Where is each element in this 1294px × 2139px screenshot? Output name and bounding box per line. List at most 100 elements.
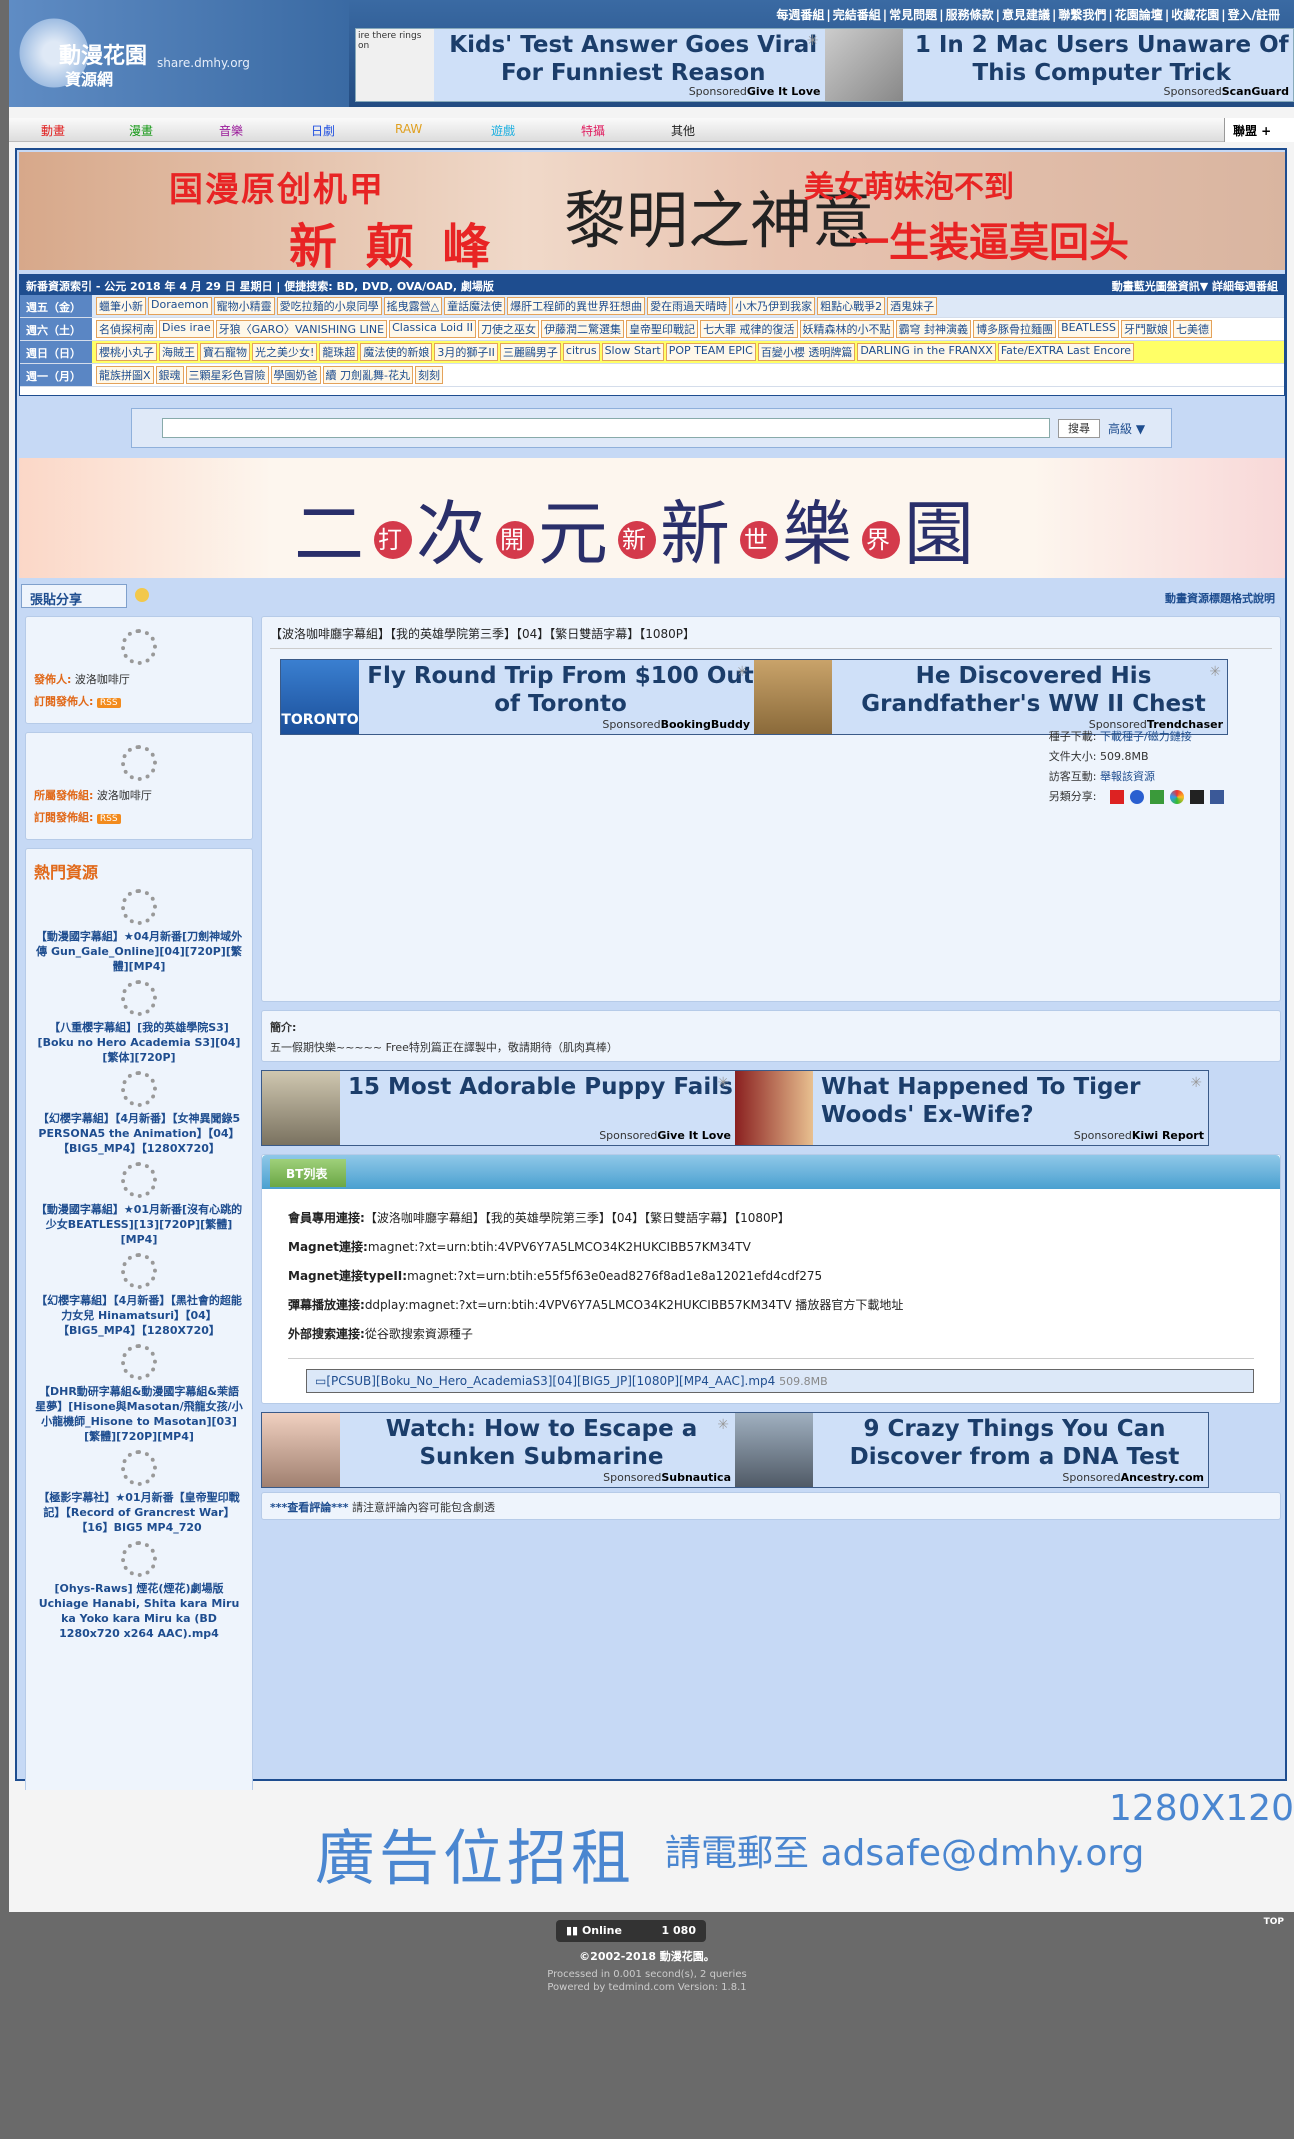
group-name[interactable]: 波洛咖啡厅 [97,789,152,802]
adchoices-icon[interactable]: ✳ [717,1417,729,1433]
anime-link[interactable]: Classica Loid II [389,320,477,338]
anime-link[interactable]: 妖精森林的小不點 [799,320,894,338]
view-comments-link[interactable]: ***查看評論*** [270,1501,349,1514]
toplink[interactable]: 收藏花園 [1171,8,1219,22]
share-icon[interactable] [1150,790,1164,804]
anime-link[interactable]: 學園奶爸 [270,366,321,384]
toplink[interactable]: 每週番組 [776,8,824,22]
anime-link[interactable]: 魔法使的新娘 [360,343,433,361]
anime-link[interactable]: 愛在雨過天晴時 [647,297,731,315]
hot-item[interactable]: 【八重櫻字幕組】[我的英雄學院S3][Boku no Hero Academia… [34,1020,244,1065]
toplink[interactable]: 服務條款 [946,8,994,22]
adchoices-icon[interactable]: ✳ [807,33,819,49]
seed-download-link[interactable]: 下載種子/磁力鏈接 [1100,730,1192,743]
ad-unit[interactable]: Watch: How to Escape a Sunken Submarine S… [262,1413,735,1487]
publisher-name[interactable]: 波洛咖啡厅 [75,673,130,686]
toplink[interactable]: 花園論壇 [1115,8,1163,22]
anime-link[interactable]: 蠟筆小新 [96,297,146,315]
union-menu-button[interactable]: 聯盟 + [1224,118,1294,142]
anime-link[interactable]: 小木乃伊到我家 [732,297,816,315]
ad-unit[interactable]: 15 Most Adorable Puppy Fails SponsoredGiv… [262,1071,735,1145]
facebook-icon[interactable] [1210,790,1224,804]
anime-link[interactable]: POP TEAM EPIC [665,343,756,361]
ad-unit[interactable]: 1 In 2 Mac Users Unaware Of This Compute… [824,29,1294,101]
toplink[interactable]: 完結番組 [833,8,881,22]
search-button[interactable]: 搜尋 [1058,419,1100,438]
share-icon[interactable] [1190,790,1204,804]
share-icon[interactable] [1110,790,1124,804]
ad-rent-banner[interactable]: 1280X120 廣告位招租 請電郵至 adsafe@dmhy.org [9,1788,1294,1912]
tab-post-share[interactable]: 張貼分享 [21,584,127,608]
report-link[interactable]: 舉報該資源 [1100,770,1155,783]
hot-item[interactable]: 【DHR動研字幕組&動漫國字幕組&茉語星夢】[Hisone與Masotan/飛龍… [34,1384,244,1444]
anime-link[interactable]: 光之美少女! [252,343,318,361]
title-format-help-link[interactable]: 動畫資源標題格式說明 [1165,590,1275,606]
adchoices-icon[interactable]: ✳ [1190,1075,1202,1091]
hot-item[interactable]: 【極影字幕社】★01月新番【皇帝聖印戰記】【Record of Grancres… [34,1490,244,1535]
nav-item[interactable]: 日劇 [311,122,335,139]
anime-link[interactable]: 三麗鷗男子 [499,343,561,361]
anime-link[interactable]: 三顆星彩色冒險 [185,366,269,384]
anime-link[interactable]: BEATLESS [1058,320,1119,338]
anime-link[interactable]: DARLING in the FRANXX [857,343,996,361]
anime-link[interactable]: 龍族拼圖X [96,366,154,384]
anime-link[interactable]: 刻刻 [415,366,444,384]
ad-unit[interactable]: He Discovered His Grandfather's WW II Ch… [754,660,1227,734]
anime-link[interactable]: 霸穹 封神演義 [895,320,972,338]
anime-link[interactable]: citrus [562,343,600,361]
anime-link[interactable]: 海賊王 [159,343,198,361]
anime-link[interactable]: 龍珠超 [319,343,359,361]
anime-link[interactable]: Slow Start [601,343,664,361]
anime-link[interactable]: 童話魔法使 [444,297,506,315]
ad-unit[interactable]: 9 Crazy Things You Can Discover from a D… [735,1413,1208,1487]
nav-item[interactable]: 漫畫 [129,122,153,139]
toplink[interactable]: 意見建議 [1002,8,1050,22]
bt-link[interactable]: 【波洛咖啡廳字幕組】【我的英雄學院第三季】【04】【繁日雙語字幕】【1080P】 [365,1211,790,1225]
toplink[interactable]: 聯繫我們 [1058,8,1106,22]
schedule-links[interactable]: 動畫藍光圖盤資訊▼ 詳細每週番組 [1112,278,1278,294]
anime-link[interactable]: 櫻桃小丸子 [96,343,157,361]
nav-item[interactable]: 動畫 [41,122,65,139]
search-input[interactable] [162,418,1050,438]
site-logo[interactable]: 動漫花園 資源網 share.dmhy.org [9,0,349,107]
adchoices-icon[interactable]: ✳ [736,664,748,680]
anime-link[interactable]: 酒鬼妹子 [887,297,938,315]
anime-link[interactable]: Fate/EXTRA Last Encore [997,343,1135,361]
anime-link[interactable]: 博多豚骨拉麵團 [973,320,1057,338]
anime-link[interactable]: 百變小櫻 透明牌篇 [757,343,856,361]
magnet-link[interactable]: magnet:?xt=urn:btih:4VPV6Y7A5LMCO34K2HUK… [368,1240,751,1254]
anime-link[interactable]: 名偵探柯南 [96,320,157,338]
anime-link[interactable]: 粗點心戰爭2 [817,297,886,315]
nav-item[interactable]: RAW [395,122,422,136]
ad-unit[interactable]: TORONTO Fly Round Trip From $100 Out of … [281,660,754,734]
ad-unit[interactable]: ire there rings on Kids' Test Answer Goe… [356,29,825,101]
advanced-search-link[interactable]: 高級 ▼ [1108,420,1145,437]
hot-item[interactable]: 【幻櫻字幕組】【4月新番】【女神異聞錄5 PERSONA5 the Animat… [34,1111,244,1156]
rss-icon[interactable]: RSS [96,698,121,708]
anime-link[interactable]: 皇帝聖印戰記 [626,320,699,338]
nav-item[interactable]: 其他 [671,122,695,139]
adchoices-icon[interactable]: ✳ [717,1075,729,1091]
back-to-top-link[interactable]: TOP [1264,1917,1284,1927]
anime-link[interactable]: 搖曳露營△ [383,297,443,315]
anime-link[interactable]: Doraemon [148,297,212,315]
share-icon[interactable] [1130,790,1144,804]
toplink[interactable]: 常見問題 [889,8,937,22]
banner-ad-2[interactable]: 二打次開元新新世樂界園 [19,458,1285,578]
rss-icon[interactable]: RSS [96,814,121,824]
anime-link[interactable]: 3月的獅子II [434,343,498,361]
anime-link[interactable]: 愛吃拉麵的小泉同學 [276,297,382,315]
anime-link[interactable]: 刀使之巫女 [478,320,540,338]
adchoices-icon[interactable]: ✳ [1209,664,1221,680]
magnet-link-2[interactable]: magnet:?xt=urn:btih:e55f5f63e0ead8276f8a… [407,1269,822,1283]
anime-link[interactable]: 七大罪 戒律的復活 [700,320,798,338]
nav-item[interactable]: 特攝 [581,122,605,139]
hot-item[interactable]: 【動漫國字幕組】★04月新番[刀劍神域外傳 Gun_Gale_Online][0… [34,929,244,974]
nav-item[interactable]: 音樂 [219,122,243,139]
anime-link[interactable]: 銀魂 [155,366,184,384]
anime-link[interactable]: 牙狼〈GARO〉VANISHING LINE [215,320,388,338]
anime-link[interactable]: 寶石寵物 [200,343,250,361]
anime-link[interactable]: 伊藤潤二驚選集 [541,320,625,338]
anime-link[interactable]: 牙鬥獸娘 [1121,320,1171,338]
hot-item[interactable]: 【動漫國字幕組】★01月新番[沒有心跳的少女BEATLESS][13][720P… [34,1202,244,1247]
